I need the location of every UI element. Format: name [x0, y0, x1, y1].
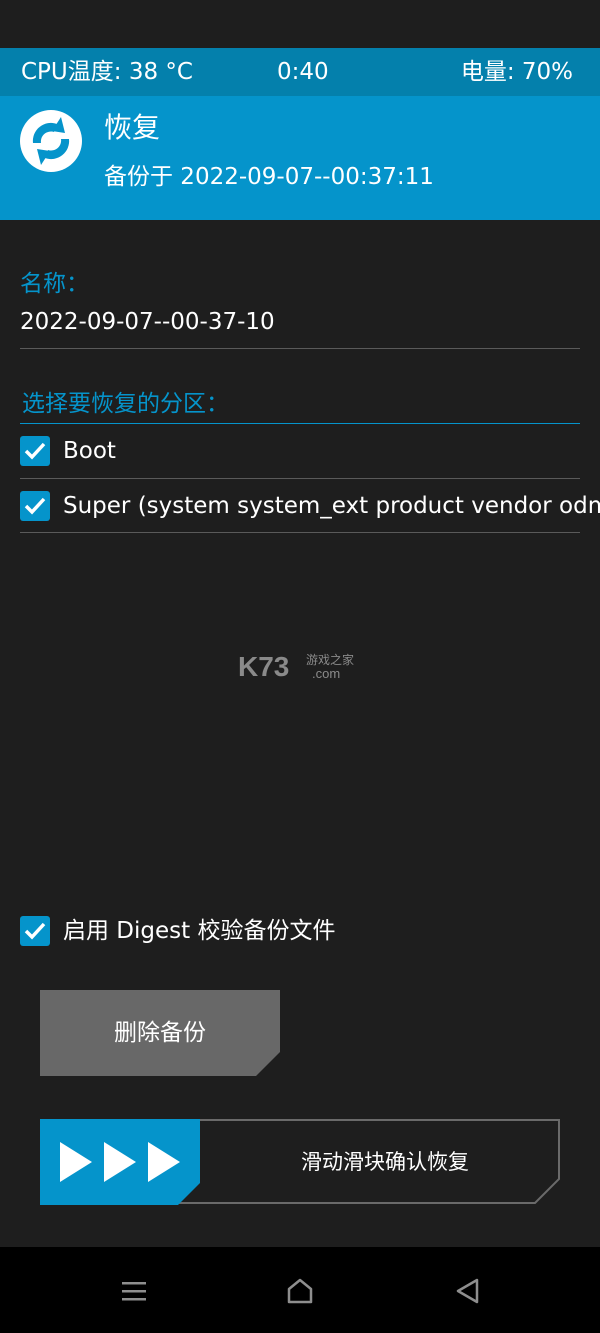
name-divider: [20, 348, 580, 349]
backup-date: 备份于 2022-09-07--00:37:11: [104, 164, 434, 190]
row-divider: [20, 532, 580, 533]
battery-level: 电量: 70%: [460, 59, 573, 85]
twrp-logo-icon: [19, 109, 83, 173]
checkbox-checked-icon[interactable]: [20, 491, 50, 521]
checkbox-checked-icon[interactable]: [20, 436, 50, 466]
top-spacer: [0, 0, 600, 48]
k73-watermark: K73 游戏之家 .com: [238, 648, 368, 684]
delete-backup-button[interactable]: 删除备份: [40, 990, 280, 1076]
partition-item-label: Super (system system_ext product vendor …: [63, 493, 600, 519]
watermark-cn: 游戏之家: [306, 652, 354, 667]
menu-icon[interactable]: [118, 1275, 150, 1307]
delete-backup-label: 删除备份: [114, 1020, 206, 1046]
watermark-brand: K73: [238, 651, 289, 682]
status-bar: CPU温度: 38 °C 0:40 电量: 70%: [0, 48, 600, 96]
page-title: 恢复: [104, 111, 161, 144]
row-divider: [20, 478, 580, 479]
digest-option[interactable]: 启用 Digest 校验备份文件: [20, 905, 600, 959]
cpu-temperature: CPU温度: 38 °C: [21, 59, 193, 85]
back-icon[interactable]: [452, 1275, 484, 1307]
clock: 0:40: [277, 59, 329, 85]
slider-handle[interactable]: [40, 1119, 202, 1205]
navigation-bar: [0, 1247, 600, 1333]
swipe-to-restore-slider[interactable]: 滑动滑块确认恢复: [40, 1119, 560, 1205]
slider-label: 滑动滑块确认恢复: [301, 1150, 469, 1174]
backup-name-field[interactable]: 2022-09-07--00-37-10: [20, 306, 275, 338]
page-header: 恢复 备份于 2022-09-07--00:37:11: [0, 96, 600, 220]
watermark-domain: .com: [312, 666, 340, 681]
home-icon[interactable]: [284, 1275, 316, 1307]
partition-divider: [20, 423, 580, 424]
name-label: 名称：: [20, 271, 89, 297]
partition-item-label: Boot: [63, 438, 116, 464]
partition-label: 选择要恢复的分区：: [22, 391, 229, 417]
partition-item-boot[interactable]: Boot: [20, 425, 600, 479]
checkbox-checked-icon[interactable]: [20, 916, 50, 946]
partition-item-super[interactable]: Super (system system_ext product vendor …: [20, 480, 600, 534]
digest-option-label: 启用 Digest 校验备份文件: [63, 918, 336, 944]
